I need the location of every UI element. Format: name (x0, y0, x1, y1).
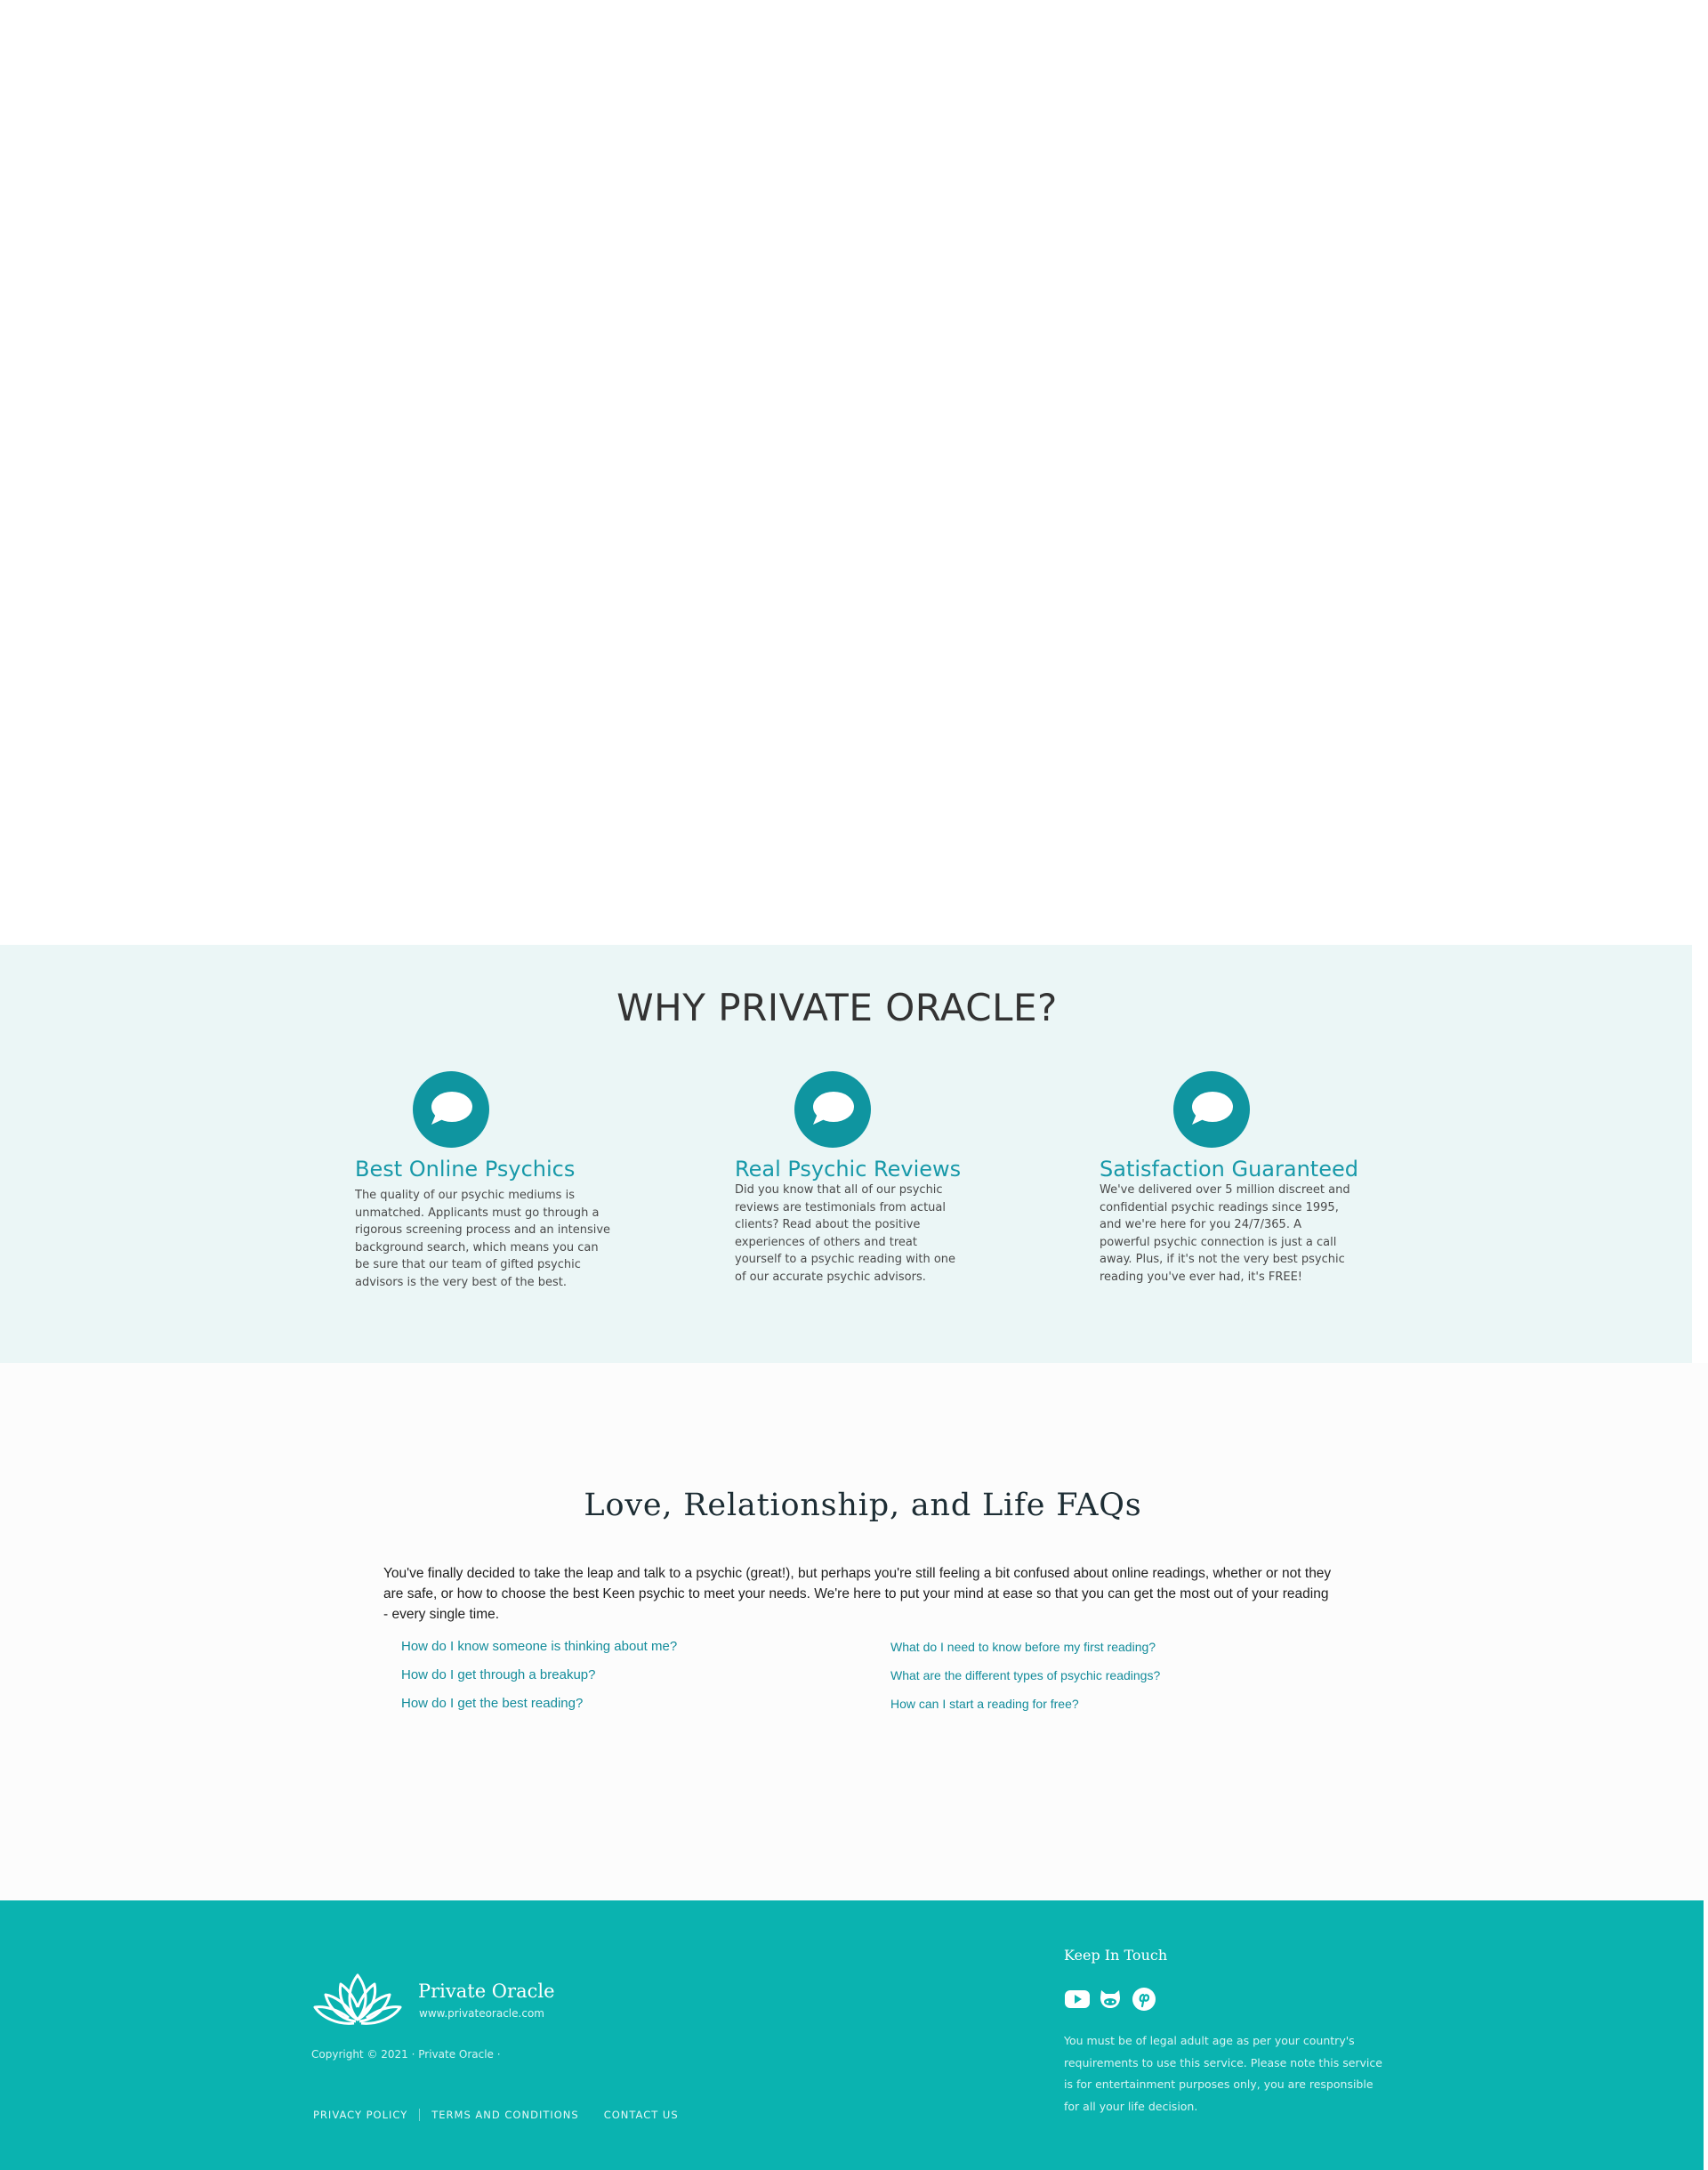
footer-brand-url[interactable]: www.privateoracle.com (419, 2007, 544, 2020)
feature-title: Best Online Psychics (355, 1157, 576, 1182)
pinterest-icon[interactable] (1131, 1986, 1157, 2013)
why-section: WHY PRIVATE ORACLE? Best Online Psychics… (0, 945, 1692, 1363)
footer-copyright: Copyright © 2021 · Private Oracle · (311, 2048, 501, 2061)
faq-link-best-reading[interactable]: How do I get the best reading? (401, 1696, 583, 1711)
faq-link-breakup[interactable]: How do I get through a breakup? (401, 1667, 595, 1682)
faq-link-first-reading[interactable]: What do I need to know before my first r… (890, 1640, 1156, 1654)
faq-section (0, 1363, 1708, 1900)
feature-text: We've delivered over 5 million discreet … (1100, 1183, 1350, 1284)
faq-link-free-reading[interactable]: How can I start a reading for free? (890, 1697, 1079, 1711)
footer-link-privacy-policy[interactable]: PRIVACY POLICY (313, 2109, 407, 2121)
footer-brand-name[interactable]: Private Oracle (418, 1980, 555, 2002)
feature-text: The quality of our psychic mediums is un… (355, 1189, 611, 1289)
why-title: WHY PRIVATE ORACLE? (616, 986, 1058, 1029)
faq-link-thinking-about-me[interactable]: How do I know someone is thinking about … (401, 1639, 677, 1654)
github-icon[interactable] (1097, 1986, 1124, 2013)
feature-title: Real Psychic Reviews (735, 1157, 962, 1182)
keep-in-touch-heading: Keep In Touch (1064, 1947, 1168, 1964)
blank-top-area (0, 0, 1708, 945)
youtube-icon[interactable] (1064, 1986, 1091, 2013)
chat-bubble-icon (1173, 1071, 1250, 1148)
footer-link-divider (419, 2109, 421, 2121)
faq-link-types-of-readings[interactable]: What are the different types of psychic … (890, 1668, 1160, 1682)
lotus-logo-icon[interactable] (311, 1972, 404, 2030)
footer-disclaimer: You must be of legal adult age as per yo… (1064, 2034, 1382, 2113)
faq-title: Love, Relationship, and Life FAQs (584, 1488, 1142, 1523)
feature-title: Satisfaction Guaranteed (1100, 1157, 1358, 1182)
footer-link-terms[interactable]: TERMS AND CONDITIONS (431, 2109, 578, 2121)
footer-links: PRIVACY POLICY TERMS AND CONDITIONS CONT… (313, 2109, 679, 2121)
faq-intro: You've finally decided to take the leap … (383, 1566, 1332, 1623)
chat-bubble-icon (413, 1071, 489, 1148)
feature-text: Did you know that all of our psychic rev… (735, 1183, 956, 1284)
footer: Private Oracle www.privateoracle.com Cop… (0, 1900, 1704, 2170)
chat-bubble-icon (794, 1071, 871, 1148)
footer-link-contact[interactable]: CONTACT US (604, 2109, 679, 2121)
